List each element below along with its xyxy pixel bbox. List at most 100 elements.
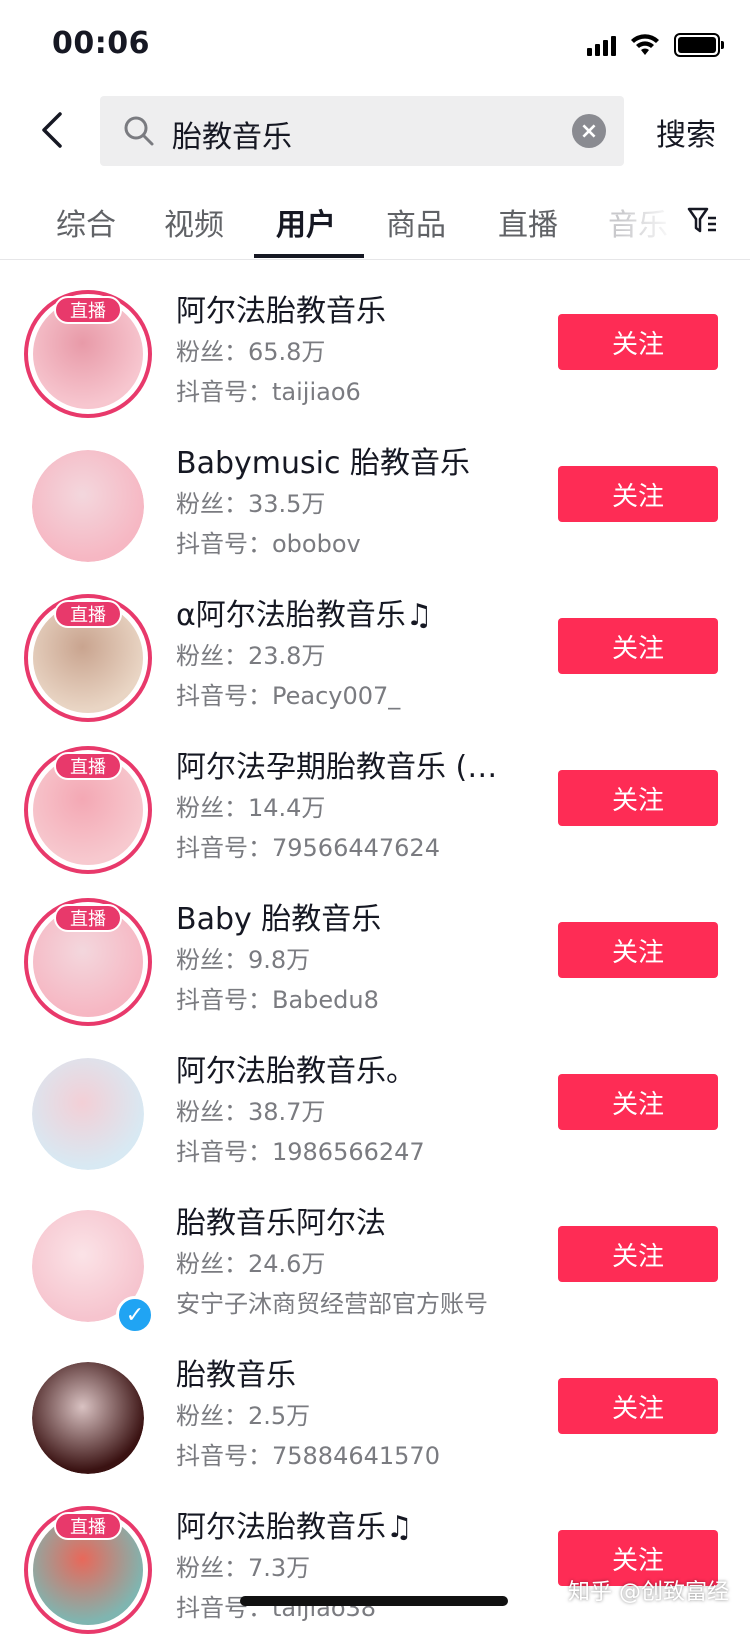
follow-button[interactable]: 关注 [558, 922, 718, 978]
live-badge: 直播 [54, 904, 122, 932]
user-name[interactable]: 阿尔法孕期胎教音乐 (孕… [176, 742, 526, 786]
user-name[interactable]: 阿尔法胎教音乐♫ [176, 1502, 413, 1546]
user-account: 抖音号：75884641570 [176, 1442, 440, 1470]
user-name[interactable]: α阿尔法胎教音乐♫ [176, 590, 433, 634]
avatar-image [32, 1058, 144, 1170]
user-row[interactable]: Babymusic 胎教音乐粉丝：33.5万抖音号：obobov 关注 [0, 428, 750, 580]
user-fans: 粉丝：14.4万 [176, 794, 326, 822]
avatar-wrap[interactable]: 直播 [24, 290, 152, 418]
follow-button[interactable]: 关注 [558, 1074, 718, 1130]
user-name[interactable]: 胎教音乐阿尔法 [176, 1198, 386, 1242]
avatar-wrap[interactable]: 直播 [24, 898, 152, 1026]
user-account: 抖音号：Babedu8 [176, 986, 379, 1014]
follow-button[interactable]: 关注 [558, 1226, 718, 1282]
user-name[interactable]: 胎教音乐 [176, 1350, 296, 1394]
user-account: 安宁子沐商贸经营部官方账号 [176, 1290, 488, 1318]
user-row[interactable]: 阿尔法胎教音乐。粉丝：38.7万抖音号：1986566247 关注 [0, 1036, 750, 1188]
avatar[interactable] [32, 1362, 144, 1474]
home-indicator [240, 1596, 508, 1606]
tab-videos[interactable]: 视频 [164, 200, 224, 244]
user-fans: 粉丝：7.3万 [176, 1554, 311, 1582]
music-note-icon: ♫ [386, 1510, 413, 1545]
follow-button[interactable]: 关注 [558, 618, 718, 674]
user-fans: 粉丝：9.8万 [176, 946, 311, 974]
follow-button[interactable]: 关注 [558, 314, 718, 370]
music-note-icon: ♫ [405, 598, 433, 633]
search-button[interactable]: 搜索 [656, 110, 716, 154]
user-row[interactable]: 直播 阿尔法胎教音乐粉丝：65.8万抖音号：taijiao6 关注 [0, 276, 750, 428]
user-fans: 粉丝：24.6万 [176, 1250, 326, 1278]
avatar[interactable] [32, 450, 144, 562]
tab-comprehensive[interactable]: 综合 [56, 200, 116, 244]
live-badge: 直播 [54, 752, 122, 780]
verified-check-icon: ✓ [116, 1296, 154, 1334]
user-account: 抖音号：79566447624 [176, 834, 440, 862]
user-row[interactable]: 直播 Baby 胎教音乐粉丝：9.8万抖音号：Babedu8 关注 [0, 884, 750, 1036]
live-badge: 直播 [54, 296, 122, 324]
status-bar: 00:06 [0, 0, 750, 88]
user-name-text: 阿尔法胎教音乐 [176, 294, 386, 329]
user-account: 抖音号：obobov [176, 530, 361, 558]
status-icons [587, 30, 724, 60]
follow-button[interactable]: 关注 [558, 1378, 718, 1434]
search-row: 胎教音乐 × 搜索 [0, 94, 750, 168]
user-name-text: Babymusic 胎教音乐 [176, 446, 470, 481]
tab-fade [620, 190, 690, 250]
user-fans: 粉丝：38.7万 [176, 1098, 326, 1126]
avatar-wrap[interactable] [24, 442, 152, 570]
live-badge: 直播 [54, 600, 122, 628]
user-account: 抖音号：Peacy007_ [176, 682, 401, 710]
user-fans: 粉丝：2.5万 [176, 1402, 311, 1430]
back-arrow-icon[interactable] [34, 110, 74, 150]
user-name[interactable]: 阿尔法胎教音乐。 [176, 1046, 416, 1090]
user-name-text: 阿尔法孕期胎教音乐 (孕… [176, 750, 526, 785]
user-name-text: 胎教音乐阿尔法 [176, 1206, 386, 1241]
user-name[interactable]: 阿尔法胎教音乐 [176, 286, 386, 330]
avatar[interactable] [32, 1058, 144, 1170]
user-name[interactable]: Baby 胎教音乐 [176, 894, 381, 938]
avatar-wrap[interactable]: 直播 [24, 594, 152, 722]
avatar-image [32, 450, 144, 562]
user-name-text: 胎教音乐 [176, 1358, 296, 1393]
user-name-text: α阿尔法胎教音乐 [176, 598, 406, 633]
tab-users[interactable]: 用户 [276, 200, 336, 244]
user-name[interactable]: Babymusic 胎教音乐 [176, 438, 470, 482]
user-row[interactable]: 直播 阿尔法胎教音乐♫ 粉丝：7.3万 抖音号：taijiao38 关注 [0, 1492, 750, 1644]
clear-icon[interactable]: × [572, 114, 606, 148]
user-row[interactable]: 胎教音乐粉丝：2.5万抖音号：75884641570 关注 [0, 1340, 750, 1492]
tab-live[interactable]: 直播 [498, 200, 558, 244]
filter-icon[interactable] [686, 204, 718, 236]
user-account: 抖音号：taijiao6 [176, 378, 361, 406]
user-account: 抖音号：1986566247 [176, 1138, 425, 1166]
status-time: 00:06 [52, 26, 150, 61]
avatar-wrap[interactable]: 直播 [24, 746, 152, 874]
avatar-wrap[interactable] [24, 1050, 152, 1178]
follow-button[interactable]: 关注 [558, 466, 718, 522]
battery-icon [674, 33, 724, 57]
follow-button[interactable]: 关注 [558, 770, 718, 826]
search-query: 胎教音乐 [172, 120, 292, 155]
watermark: 知乎 @创致富经 [568, 1580, 729, 1605]
user-name-text: Baby 胎教音乐 [176, 902, 382, 937]
wifi-icon [631, 34, 659, 55]
search-input[interactable]: 胎教音乐 × [100, 96, 624, 166]
live-badge: 直播 [54, 1512, 122, 1540]
user-fans: 粉丝：33.5万 [176, 490, 326, 518]
user-row[interactable]: 直播 α阿尔法胎教音乐♫ 粉丝：23.8万抖音号：Peacy007_ 关注 [0, 580, 750, 732]
user-row[interactable]: 直播 阿尔法孕期胎教音乐 (孕… 粉丝：14.4万抖音号：79566447624 关注 [0, 732, 750, 884]
avatar-wrap[interactable]: 直播 [24, 1506, 152, 1634]
active-tab-indicator [254, 254, 364, 258]
avatar-image [32, 1362, 144, 1474]
tab-bar: 综合 视频 用户 商品 直播 音乐 [0, 180, 750, 260]
user-name-text: 阿尔法胎教音乐 [176, 1510, 386, 1545]
user-fans: 粉丝：65.8万 [176, 338, 326, 366]
avatar-wrap[interactable]: ✓ [24, 1202, 154, 1334]
user-list: 直播 阿尔法胎教音乐 粉丝：65.8万 抖音号：taijiao6 关注 Babymusic… [0, 276, 750, 1644]
user-name-text: 阿尔法胎教音乐。 [176, 1054, 416, 1089]
signal-icon [587, 34, 616, 56]
user-fans: 粉丝：23.8万 [176, 642, 326, 670]
user-row[interactable]: ✓ 胎教音乐阿尔法粉丝：24.6万安宁子沐商贸经营部官方账号 关注 [0, 1188, 750, 1340]
tab-products[interactable]: 商品 [386, 200, 446, 244]
avatar-wrap[interactable] [24, 1354, 152, 1482]
search-icon [124, 116, 154, 146]
